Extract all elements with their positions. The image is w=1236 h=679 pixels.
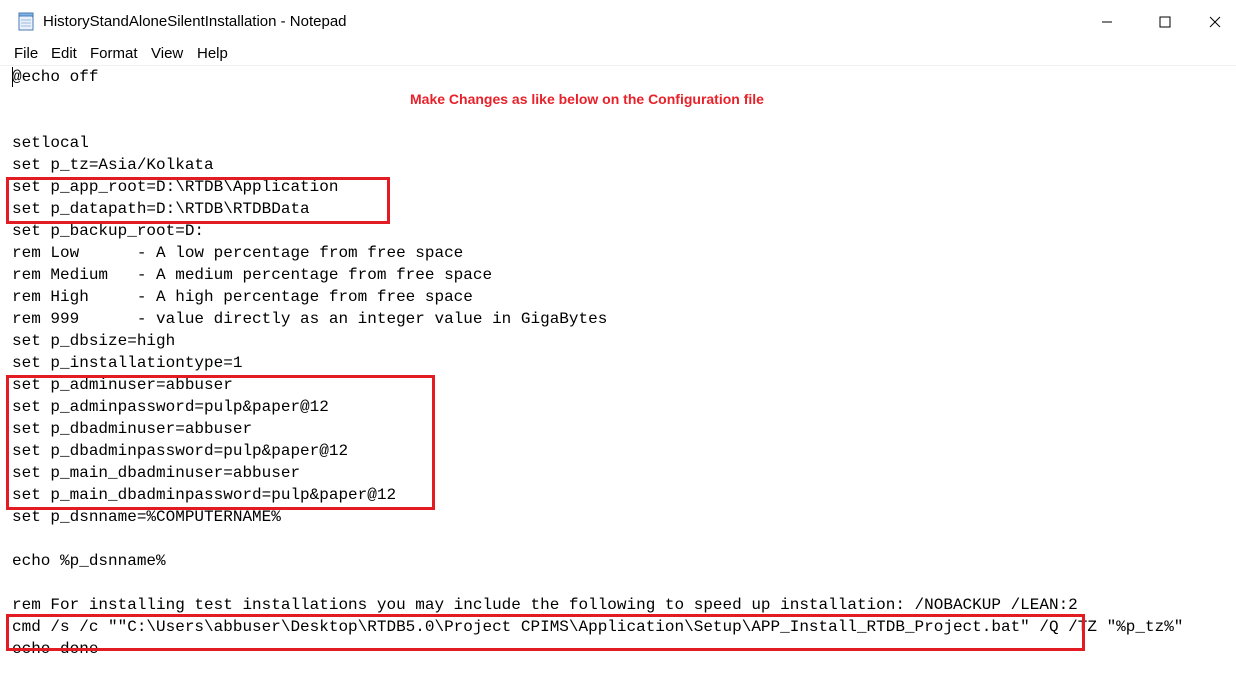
menu-view[interactable]: View <box>151 45 183 62</box>
highlight-box-command <box>6 614 1085 651</box>
window-title: HistoryStandAloneSilentInstallation - No… <box>43 13 347 30</box>
close-icon <box>1209 16 1221 28</box>
editor-line: rem Low - A low percentage from free spa… <box>12 244 464 262</box>
annotation-note: Make Changes as like below on the Config… <box>410 91 764 107</box>
highlight-box-credentials <box>6 375 435 510</box>
menu-help[interactable]: Help <box>197 45 228 62</box>
editor-line: rem 999 - value directly as an integer v… <box>12 310 608 328</box>
notepad-icon <box>17 12 35 32</box>
maximize-button[interactable] <box>1136 0 1194 44</box>
menu-format[interactable]: Format <box>90 45 138 62</box>
highlight-box-paths <box>6 177 390 224</box>
editor-line: setlocal <box>12 134 89 152</box>
menu-edit[interactable]: Edit <box>51 45 77 62</box>
menu-file[interactable]: File <box>14 45 38 62</box>
minimize-button[interactable] <box>1078 0 1136 44</box>
text-caret <box>12 67 13 87</box>
editor-line: rem High - A high percentage from free s… <box>12 288 473 306</box>
editor-line: @echo off <box>12 68 99 86</box>
menu-bar: File Edit Format View Help <box>0 44 1236 65</box>
editor-line: rem Medium - A medium percentage from fr… <box>12 266 493 284</box>
editor-line: set p_tz=Asia/Kolkata <box>12 156 214 174</box>
minimize-icon <box>1102 21 1112 23</box>
close-button[interactable] <box>1194 0 1236 44</box>
title-bar: HistoryStandAloneSilentInstallation - No… <box>0 0 1236 44</box>
editor-line: echo %p_dsnname% <box>12 552 166 570</box>
maximize-icon <box>1159 16 1171 28</box>
editor-line: set p_installationtype=1 <box>12 354 243 372</box>
editor-line: rem For installing test installations yo… <box>12 596 1078 614</box>
editor-line: set p_dbsize=high <box>12 332 176 350</box>
